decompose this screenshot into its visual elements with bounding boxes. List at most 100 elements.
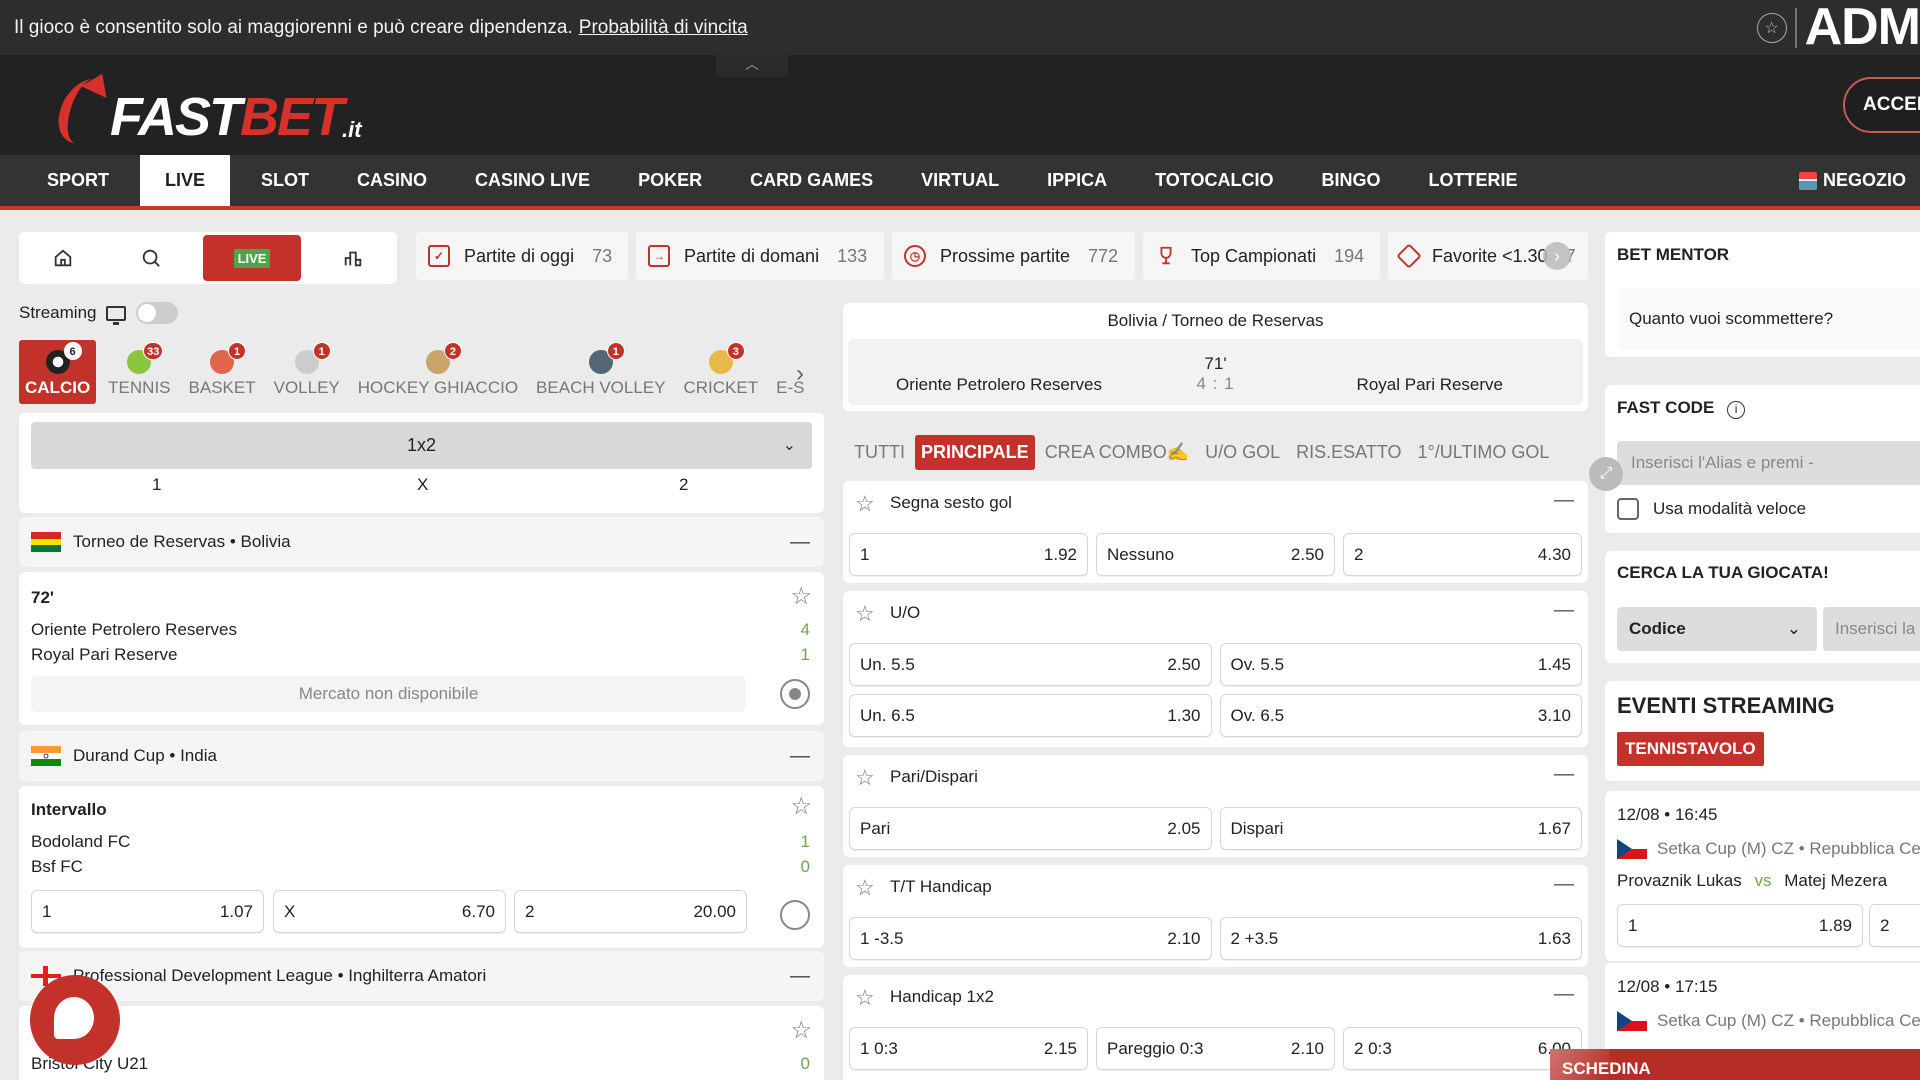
odd-button[interactable]: Nessuno 2.50 — [1096, 533, 1335, 576]
nav-item-lotterie[interactable]: LOTTERIE — [1411, 155, 1534, 206]
favorite-star-icon[interactable]: ☆ — [855, 765, 875, 791]
odd-button[interactable]: 1 1.92 — [849, 533, 1088, 576]
live-button[interactable]: LIVE — [203, 235, 301, 281]
collapse-icon[interactable]: — — [790, 965, 810, 988]
fastbet-logo[interactable]: FAST BET .it — [50, 67, 362, 147]
quick-link[interactable]: Top Campionati 194 — [1143, 232, 1380, 280]
odd-button[interactable]: Dispari 1.67 — [1219, 807, 1582, 850]
fast-mode-checkbox[interactable] — [1617, 498, 1639, 520]
nav-item-casino[interactable]: CASINO — [340, 155, 444, 206]
favorite-star-icon[interactable]: ☆ — [855, 875, 875, 901]
market-dropdown[interactable]: 1x2 ⌄ — [31, 422, 812, 469]
collapse-icon[interactable]: — — [790, 745, 810, 768]
market-tab-principale[interactable]: PRINCIPALE — [915, 435, 1035, 470]
nav-item-casino-live[interactable]: CASINO LIVE — [458, 155, 607, 206]
market-tab-1-ultimo-gol[interactable]: 1°/ULTIMO GOL — [1412, 435, 1556, 470]
stream-indicator-icon[interactable] — [780, 679, 810, 709]
nav-item-live[interactable]: LIVE — [140, 155, 231, 206]
home-team: Bodoland FC — [31, 832, 131, 851]
sport-volley[interactable]: 1 VOLLEY — [268, 340, 346, 404]
nav-item-poker[interactable]: POKER — [621, 155, 719, 206]
bolivia-flag-icon — [31, 532, 61, 552]
sport-tennis[interactable]: 33 TENNIS — [102, 340, 176, 404]
sport-calcio[interactable]: 6 CALCIO — [19, 340, 97, 404]
favorite-star-icon[interactable]: ☆ — [790, 792, 812, 821]
sport-beach-volley[interactable]: 1 BEACH VOLLEY — [530, 340, 671, 404]
odd-button[interactable]: X 6.70 — [273, 890, 506, 933]
expand-panel-button[interactable]: ⤢ — [1589, 457, 1623, 491]
odd-button[interactable]: 2 +3.5 1.63 — [1219, 917, 1582, 960]
betslip-bar[interactable]: SCHEDINA — [1550, 1049, 1920, 1080]
streaming-toggle[interactable] — [136, 302, 179, 324]
sports-next-button[interactable]: › — [796, 360, 804, 388]
sport-tag-tennistavolo[interactable]: TENNISTAVOLO — [1617, 732, 1764, 766]
odd-button[interactable]: 1 1.89 — [1617, 904, 1863, 947]
sport-label: CALCIO — [25, 378, 91, 397]
collapse-icon[interactable]: — — [1554, 873, 1574, 896]
search-button[interactable] — [107, 235, 195, 281]
nav-item-virtual[interactable]: VIRTUAL — [904, 155, 1016, 206]
sport-hockey-ghiaccio[interactable]: 2 HOCKEY GHIACCIO — [352, 340, 524, 404]
nav-item-bingo[interactable]: BINGO — [1304, 155, 1397, 206]
quick-link[interactable]: → Partite di domani 133 — [636, 232, 884, 280]
collapse-icon[interactable]: — — [790, 531, 810, 554]
quick-link[interactable]: ◷ Prossime partite 772 — [892, 232, 1135, 280]
nav-item-negozio[interactable]: NEGOZIO — [1798, 155, 1906, 206]
odd-button[interactable]: 1 -3.5 2.10 — [849, 917, 1212, 960]
age-notice-bar: Il gioco è consentito solo ai maggiorenn… — [0, 0, 1920, 55]
collapse-notice-button[interactable]: ︿ — [716, 55, 788, 77]
collapse-icon[interactable]: — — [1554, 489, 1574, 512]
win-probability-link[interactable]: Probabilità di vincita — [579, 17, 748, 39]
market-tab-ris-esatto[interactable]: RIS.ESATTO — [1290, 435, 1407, 470]
odd-button[interactable]: 1 0:3 2.15 — [849, 1027, 1088, 1070]
league-header[interactable]: Durand Cup • India — — [19, 731, 824, 781]
odd-button[interactable]: Ov. 5.5 1.45 — [1219, 643, 1582, 686]
nav-item-totocalcio[interactable]: TOTOCALCIO — [1138, 155, 1290, 206]
odd-button[interactable]: 2 0:3 6.00 — [1343, 1027, 1582, 1070]
odd-button[interactable]: Pari 2.05 — [849, 807, 1212, 850]
odd-button[interactable]: 2 — [1869, 904, 1920, 947]
odd-button[interactable]: Pareggio 0:3 2.10 — [1096, 1027, 1335, 1070]
favorite-star-icon[interactable]: ☆ — [855, 491, 875, 517]
market-tab-u-o-gol[interactable]: U/O GOL — [1199, 435, 1286, 470]
quick-link[interactable]: ✓ Partite di oggi 73 — [416, 232, 628, 280]
league-header[interactable]: Professional Development League • Inghil… — [19, 951, 824, 1001]
league-header[interactable]: Torneo de Reservas • Bolivia — — [19, 517, 824, 567]
sport-cricket[interactable]: 3 CRICKET — [678, 340, 765, 404]
nav-item-ippica[interactable]: IPPICA — [1030, 155, 1124, 206]
info-icon[interactable]: i — [1727, 401, 1746, 419]
nav-item-sport[interactable]: SPORT — [30, 155, 126, 206]
bet-amount-prompt[interactable]: Quanto vuoi scommettere? — [1617, 288, 1920, 350]
sport-basket[interactable]: 1 BASKET — [183, 340, 262, 404]
stream-indicator-icon[interactable] — [780, 900, 810, 930]
chat-support-button[interactable] — [30, 975, 120, 1065]
collapse-icon[interactable]: — — [1554, 983, 1574, 1006]
stats-button[interactable] — [309, 235, 397, 281]
search-code-input[interactable]: Inserisci la — [1823, 607, 1920, 651]
favorite-star-icon[interactable]: ☆ — [855, 601, 875, 627]
streaming-event[interactable]: 12/08 • 16:45 Setka Cup (M) CZ • Repubbl… — [1605, 791, 1920, 961]
quick-links-next-button[interactable]: › — [1543, 242, 1571, 270]
home-button[interactable] — [19, 235, 107, 281]
odd-button[interactable]: Ov. 6.5 3.10 — [1219, 694, 1582, 737]
odd-button[interactable]: Un. 6.5 1.30 — [849, 694, 1212, 737]
event-breadcrumb: Bolivia / Torneo de Reservas — [1107, 311, 1324, 330]
event-minute: 71' — [1204, 354, 1227, 373]
odd-button[interactable]: Un. 5.5 2.50 — [849, 643, 1212, 686]
fast-code-input[interactable]: Inserisci l'Alias e premi - — [1617, 441, 1920, 485]
search-type-select[interactable]: Codice ⌄ — [1617, 607, 1817, 651]
collapse-icon[interactable]: — — [1554, 599, 1574, 622]
market-tab-tutti[interactable]: TUTTI — [848, 435, 911, 470]
odd-button[interactable]: 2 20.00 — [514, 890, 747, 933]
nav-item-card-games[interactable]: CARD GAMES — [733, 155, 890, 206]
nav-item-slot[interactable]: SLOT — [244, 155, 326, 206]
odd-button[interactable]: 2 4.30 — [1343, 533, 1582, 576]
favorite-star-icon[interactable]: ☆ — [855, 985, 875, 1011]
favorite-star-icon[interactable]: ☆ — [790, 1016, 812, 1045]
sport-e-s[interactable]: E-S — [770, 340, 810, 404]
login-button[interactable]: ACCEDI — [1843, 77, 1920, 133]
favorite-star-icon[interactable]: ☆ — [790, 582, 812, 611]
market-tab-crea-combo-[interactable]: CREA COMBO✍ — [1039, 435, 1195, 470]
collapse-icon[interactable]: — — [1554, 763, 1574, 786]
odd-button[interactable]: 1 1.07 — [31, 890, 264, 933]
